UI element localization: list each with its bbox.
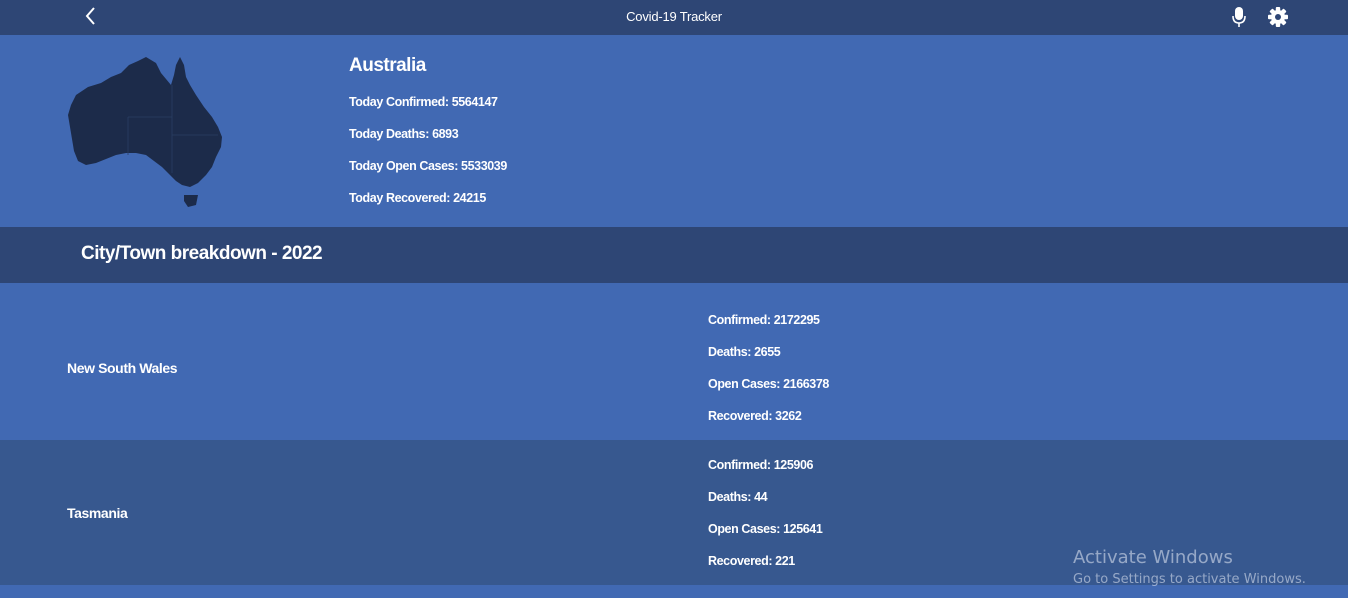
region-confirmed: Confirmed: 2172295 <box>708 313 820 327</box>
region-row[interactable]: New South Wales Confirmed: 2172295 Death… <box>0 283 1348 440</box>
country-summary: Australia Today Confirmed: 5564147 Today… <box>0 35 1348 227</box>
today-open-cases: Today Open Cases: 5533039 <box>349 159 507 173</box>
microphone-button[interactable] <box>1230 6 1248 28</box>
region-name: New South Wales <box>67 360 178 376</box>
microphone-icon <box>1232 7 1246 27</box>
region-recovered: Recovered: 221 <box>708 554 795 568</box>
australia-map-icon <box>68 57 222 207</box>
title-bar: Covid-19 Tracker <box>0 0 1348 35</box>
watermark-title: Activate Windows <box>1073 547 1233 568</box>
region-recovered: Recovered: 3262 <box>708 409 802 423</box>
today-confirmed: Today Confirmed: 5564147 <box>349 95 498 109</box>
country-name: Australia <box>349 55 426 76</box>
region-name: Tasmania <box>67 505 128 521</box>
activate-windows-watermark: Activate Windows Go to Settings to activ… <box>1073 547 1306 587</box>
region-open-cases: Open Cases: 2166378 <box>708 377 829 391</box>
watermark-subtitle: Go to Settings to activate Windows. <box>1073 572 1306 587</box>
breakdown-title: City/Town breakdown - 2022 <box>81 243 323 264</box>
region-open-cases: Open Cases: 125641 <box>708 522 823 536</box>
region-deaths: Deaths: 44 <box>708 490 768 504</box>
settings-button[interactable] <box>1267 6 1289 28</box>
breakdown-header: City/Town breakdown - 2022 <box>0 227 1348 283</box>
gear-icon <box>1268 7 1288 27</box>
today-recovered: Today Recovered: 24215 <box>349 191 486 205</box>
today-deaths: Today Deaths: 6893 <box>349 127 459 141</box>
app-title: Covid-19 Tracker <box>626 9 722 24</box>
region-deaths: Deaths: 2655 <box>708 345 781 359</box>
region-confirmed: Confirmed: 125906 <box>708 458 814 472</box>
